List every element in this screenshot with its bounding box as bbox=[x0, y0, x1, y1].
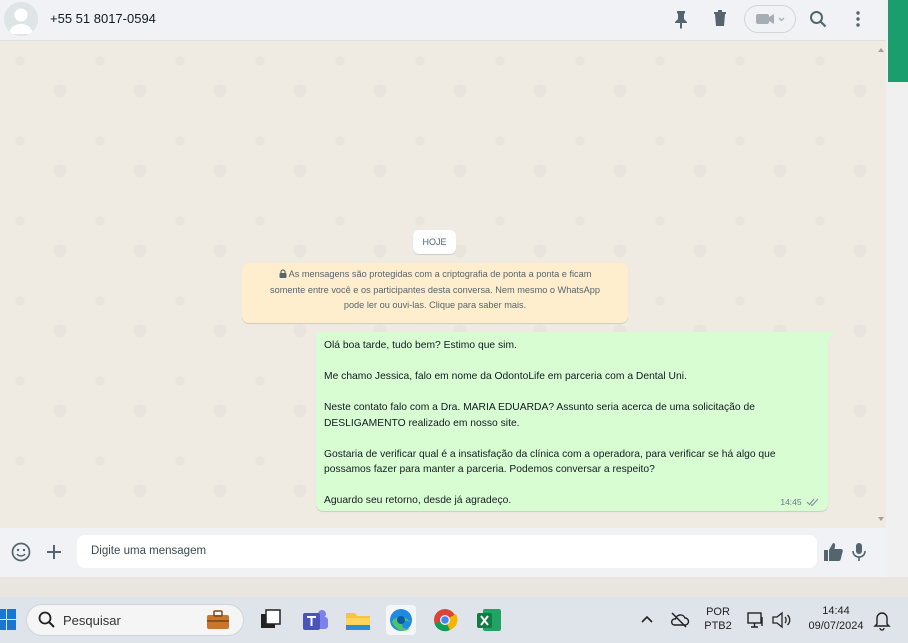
double-check-icon bbox=[806, 498, 819, 507]
encryption-notice[interactable]: As mensagens são protegidas com a cripto… bbox=[242, 263, 628, 323]
chat-header: +55 51 8017-0594 bbox=[0, 0, 886, 41]
notification-bell-icon[interactable] bbox=[872, 609, 892, 631]
excel-icon[interactable] bbox=[474, 605, 504, 635]
cloud-offline-icon[interactable] bbox=[668, 609, 690, 631]
network-icon[interactable] bbox=[745, 609, 767, 631]
outgoing-message[interactable]: Olá boa tarde, tudo bem? Estimo que sim.… bbox=[316, 332, 835, 511]
chevron-up-icon[interactable] bbox=[637, 609, 657, 629]
contact-name[interactable]: +55 51 8017-0594 bbox=[50, 11, 156, 26]
message-composer: Digite uma mensagem bbox=[0, 528, 886, 577]
video-call-button[interactable] bbox=[744, 5, 796, 33]
bubble-tail bbox=[827, 332, 835, 340]
notice-line-2: somente entre você e os participantes de… bbox=[270, 284, 600, 295]
emoji-icon[interactable] bbox=[10, 541, 32, 563]
message-text: Olá boa tarde, tudo bem? Estimo que sim.… bbox=[324, 338, 820, 509]
whatsapp-window: +55 51 8017-0594 HOJE As mensagens são p… bbox=[0, 0, 886, 577]
lock-icon bbox=[279, 269, 287, 278]
notice-text-1: As mensagens são protegidas com a cripto… bbox=[288, 269, 592, 279]
search-icon[interactable] bbox=[807, 8, 829, 30]
scroll-up-arrow[interactable] bbox=[878, 48, 884, 52]
start-icon[interactable] bbox=[0, 607, 17, 637]
date-divider: HOJE bbox=[413, 230, 456, 254]
message-time: 14:45 bbox=[780, 497, 802, 507]
taskbar-search[interactable]: Pesquisar bbox=[26, 604, 244, 636]
edge-icon[interactable] bbox=[386, 605, 416, 635]
trash-icon[interactable] bbox=[709, 8, 731, 30]
clock-time: 14:44 bbox=[822, 605, 850, 617]
taskbar-search-label: Pesquisar bbox=[63, 613, 121, 628]
notice-line-1: As mensagens são protegidas com a cripto… bbox=[242, 267, 628, 283]
video-call-icon bbox=[756, 14, 785, 24]
attach-plus-icon[interactable] bbox=[43, 541, 65, 563]
microphone-icon[interactable] bbox=[848, 541, 870, 563]
pin-icon[interactable] bbox=[670, 8, 692, 30]
taskbar-clock[interactable]: 14:44 09/07/2024 bbox=[802, 605, 870, 632]
contact-avatar[interactable] bbox=[4, 2, 38, 36]
chat-area: HOJE As mensagens são protegidas com a c… bbox=[0, 41, 886, 528]
message-paragraph: Gostaria de verificar qual é a insatisfa… bbox=[324, 448, 776, 476]
right-panel-edge bbox=[886, 0, 908, 577]
message-paragraph: Aguardo seu retorno, desde já agradeço. bbox=[324, 495, 512, 506]
volume-icon[interactable] bbox=[770, 609, 792, 631]
right-panel-accent bbox=[888, 0, 908, 82]
message-paragraph: Olá boa tarde, tudo bem? Estimo que sim. bbox=[324, 340, 517, 351]
file-explorer-icon[interactable] bbox=[343, 605, 373, 635]
more-icon[interactable] bbox=[847, 8, 869, 30]
message-input[interactable]: Digite uma mensagem bbox=[77, 535, 817, 568]
search-icon bbox=[38, 611, 55, 628]
clock-date: 09/07/2024 bbox=[808, 620, 864, 632]
chat-scrollbar[interactable] bbox=[876, 41, 886, 528]
briefcase-icon bbox=[207, 610, 229, 629]
teams-icon[interactable] bbox=[300, 605, 330, 635]
default-avatar-icon bbox=[4, 2, 38, 36]
scroll-down-arrow[interactable] bbox=[878, 517, 884, 521]
message-paragraph: Neste contato falo com a Dra. MARIA EDUA… bbox=[324, 402, 755, 429]
language-code: POR bbox=[706, 606, 730, 618]
keyboard-layout: PTB2 bbox=[704, 620, 732, 632]
windows-taskbar: Pesquisar POR PTB2 14:44 09/07/2024 bbox=[0, 597, 908, 643]
chrome-icon[interactable] bbox=[430, 605, 460, 635]
task-view-icon[interactable] bbox=[256, 605, 286, 635]
message-meta: 14:45 bbox=[780, 497, 820, 507]
thumbs-up-icon[interactable] bbox=[822, 541, 844, 563]
message-paragraph: Me chamo Jessica, falo em nome da Odonto… bbox=[324, 371, 687, 382]
language-indicator[interactable]: POR PTB2 bbox=[702, 606, 734, 632]
notice-line-3: pode ler ou ouvi-las. Clique para saber … bbox=[343, 300, 527, 310]
message-input-placeholder: Digite uma mensagem bbox=[91, 545, 207, 557]
